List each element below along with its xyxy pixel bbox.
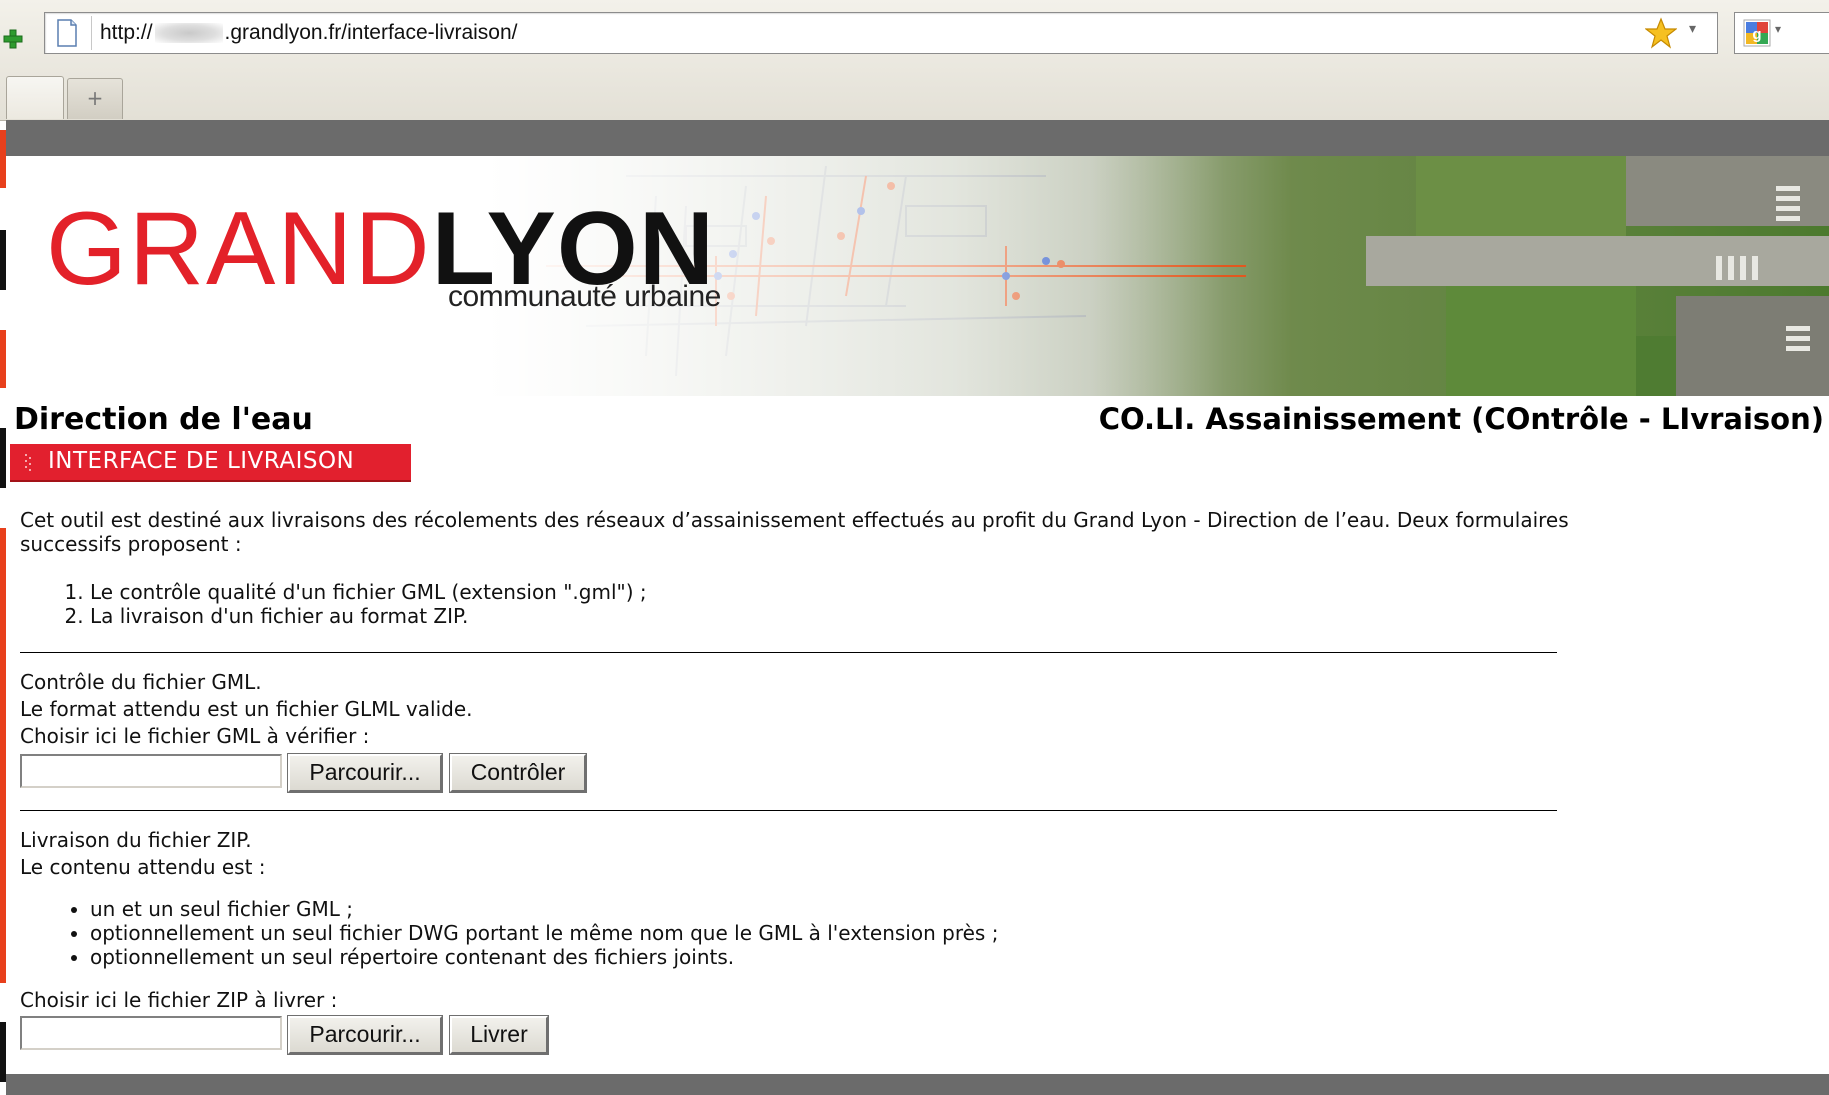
- gutter-mark: [0, 428, 6, 488]
- gml-file-prompt: Choisir ici le fichier GML à vérifier :: [20, 724, 370, 748]
- chevron-down-icon[interactable]: ▾: [1775, 22, 1781, 36]
- zip-form-heading: Livraison du fichier ZIP.: [20, 828, 252, 852]
- chevron-down-icon[interactable]: ▾: [1689, 21, 1709, 45]
- address-bar[interactable]: http:// .grandlyon.fr/interface-livraison…: [44, 12, 1718, 54]
- url-prefix: http://: [100, 21, 153, 44]
- address-separator: [91, 16, 92, 50]
- list-item: un et un seul fichier GML ;: [90, 897, 1580, 921]
- gml-file-input[interactable]: [20, 754, 282, 788]
- main-content: Cet outil est destiné aux livraisons des…: [20, 508, 1580, 1058]
- zip-file-input[interactable]: [20, 1016, 282, 1050]
- bookmark-star-icon[interactable]: [1645, 17, 1677, 49]
- zip-requirements-list: un et un seul fichier GML ; optionnellem…: [20, 897, 1580, 969]
- gml-control-form: Contrôle du fichier GML. Le format atten…: [20, 669, 1580, 796]
- url-suffix: .grandlyon.fr/interface-livraison/: [224, 21, 518, 44]
- logo-word-grand: GRAND: [46, 191, 432, 307]
- intro-text: Cet outil est destiné aux livraisons des…: [20, 508, 1569, 556]
- list-item: optionnellement un seul fichier DWG port…: [90, 921, 1580, 945]
- page-bottom-band: [6, 1074, 1829, 1095]
- zip-content-note: Le contenu attendu est :: [20, 855, 266, 879]
- list-item: La livraison d'un fichier au format ZIP.: [90, 604, 1580, 628]
- section-title-banner: INTERFACE DE LIVRAISON: [10, 444, 411, 482]
- divider: [20, 810, 1557, 811]
- gml-form-heading: Contrôle du fichier GML.: [20, 670, 262, 694]
- section-title: INTERFACE DE LIVRAISON: [48, 448, 355, 474]
- application-title: CO.LI. Assainissement (COntrôle - LIvrai…: [1098, 402, 1824, 436]
- gml-file-row: Parcourir... Contrôler: [20, 753, 1580, 796]
- zip-browse-button[interactable]: Parcourir...: [287, 1015, 443, 1055]
- steps-list: Le contrôle qualité d'un fichier GML (ex…: [20, 580, 1580, 628]
- gutter-mark: [0, 1022, 6, 1082]
- department-title: Direction de l'eau: [14, 402, 313, 437]
- plus-icon[interactable]: [2, 28, 24, 50]
- list-item: optionnellement un seul répertoire conte…: [90, 945, 1580, 969]
- tab-current[interactable]: [6, 76, 64, 119]
- search-engine-box[interactable]: g ▾: [1734, 12, 1829, 54]
- url-text[interactable]: http:// .grandlyon.fr/interface-livraison…: [100, 21, 518, 45]
- zip-deliver-button[interactable]: Livrer: [449, 1015, 549, 1055]
- zip-file-prompt: Choisir ici le fichier ZIP à livrer :: [20, 988, 338, 1012]
- list-item: Le contrôle qualité d'un fichier GML (ex…: [90, 580, 1580, 604]
- redacted-subdomain: [154, 23, 223, 44]
- logo-subtitle: communauté urbaine: [448, 280, 721, 313]
- search-engine-icon[interactable]: g: [1743, 19, 1771, 47]
- gml-format-note: Le format attendu est un fichier GLML va…: [20, 697, 473, 721]
- new-tab-button[interactable]: +: [67, 78, 123, 119]
- site-banner: GRANDLYON communauté urbaine: [6, 156, 1829, 396]
- page-top-band: [6, 120, 1829, 156]
- tab-strip: +: [0, 70, 1829, 119]
- browser-chrome: http:// .grandlyon.fr/interface-livraison…: [0, 0, 1829, 121]
- dotted-marker-icon: [25, 454, 31, 471]
- divider: [20, 652, 1557, 653]
- zip-delivery-form: Livraison du fichier ZIP. Le contenu att…: [20, 827, 1580, 1058]
- zip-file-row: Parcourir... Livrer: [20, 1015, 1580, 1058]
- page-icon: [57, 19, 77, 47]
- gml-check-button[interactable]: Contrôler: [449, 753, 587, 793]
- gutter-mark: [0, 528, 6, 983]
- svg-text:g: g: [1752, 26, 1761, 43]
- gml-browse-button[interactable]: Parcourir...: [287, 753, 443, 793]
